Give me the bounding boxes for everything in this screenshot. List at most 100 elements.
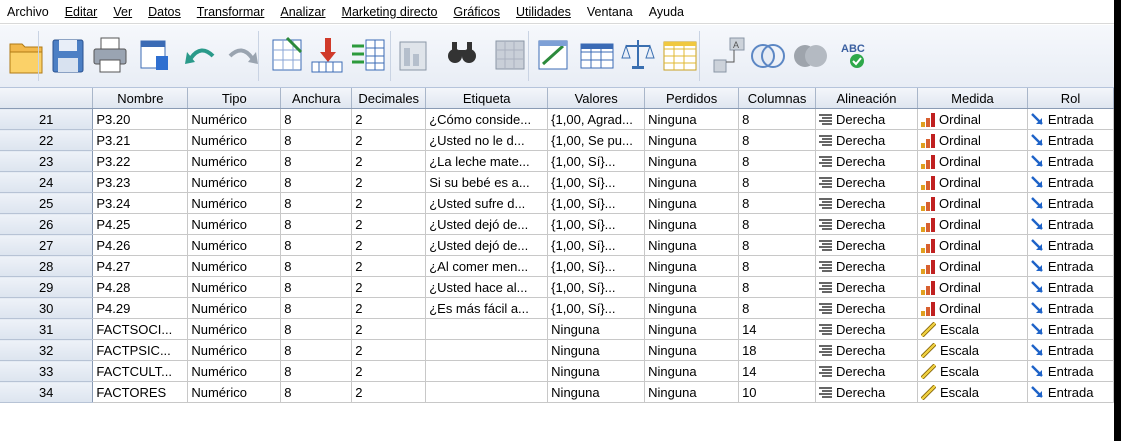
cell-decimales[interactable]: 2 (351, 234, 427, 256)
dialog-recall-icon[interactable] (134, 32, 174, 78)
cell-rol[interactable]: Entrada (1027, 129, 1114, 151)
insert-cases-icon[interactable] (490, 32, 530, 78)
menu-utilidades[interactable]: Utilidades (509, 5, 580, 19)
cell-medida[interactable]: Ordinal (917, 108, 1028, 130)
cell-columnas[interactable]: 10 (738, 381, 817, 403)
cell-columnas[interactable]: 8 (738, 297, 817, 319)
cell-columnas[interactable]: 8 (738, 129, 817, 151)
cell-tipo[interactable]: Numérico (187, 129, 282, 151)
cell-columnas[interactable]: 8 (738, 276, 817, 298)
cell-alineacion[interactable]: Derecha (815, 297, 918, 319)
cell-medida[interactable]: Ordinal (917, 213, 1028, 235)
cell-etiqueta[interactable]: ¿Usted hace al... (425, 276, 549, 298)
cell-decimales[interactable]: 2 (351, 297, 427, 319)
cell-columnas[interactable]: 8 (738, 255, 817, 277)
column-header-corner[interactable] (0, 88, 94, 109)
cell-etiqueta[interactable] (425, 360, 549, 382)
row-number[interactable]: 24 (0, 171, 94, 193)
cell-rol[interactable]: Entrada (1027, 108, 1114, 130)
cell-anchura[interactable]: 8 (280, 108, 353, 130)
open-folder-icon[interactable] (6, 32, 46, 78)
cell-alineacion[interactable]: Derecha (815, 318, 918, 340)
column-header-alineación[interactable]: Alineación (815, 88, 918, 109)
cell-valores[interactable]: {1,00, Se pu... (547, 129, 646, 151)
table-row[interactable]: 34 FACTORES Numérico 8 2 Ninguna Ninguna 10 Dere… (0, 381, 1114, 403)
cell-perdidos[interactable]: Ninguna (644, 129, 740, 151)
row-number[interactable]: 27 (0, 234, 94, 256)
menu-datos[interactable]: Datos (141, 5, 190, 19)
cell-perdidos[interactable]: Ninguna (644, 381, 740, 403)
cell-tipo[interactable]: Numérico (187, 171, 282, 193)
cell-alineacion[interactable]: Derecha (815, 276, 918, 298)
cell-rol[interactable]: Entrada (1027, 276, 1114, 298)
cell-tipo[interactable]: Numérico (187, 192, 282, 214)
cell-nombre[interactable]: P4.29 (92, 297, 189, 319)
cell-columnas[interactable]: 8 (738, 192, 817, 214)
menu-transformar[interactable]: Transformar (190, 5, 274, 19)
column-header-etiqueta[interactable]: Etiqueta (425, 88, 549, 109)
cell-rol[interactable]: Entrada (1027, 297, 1114, 319)
use-variable-sets-icon[interactable] (748, 32, 788, 78)
cell-perdidos[interactable]: Ninguna (644, 234, 740, 256)
cell-nombre[interactable]: FACTCULT... (92, 360, 189, 382)
cell-medida[interactable]: Escala (917, 339, 1028, 361)
cell-perdidos[interactable]: Ninguna (644, 255, 740, 277)
cell-tipo[interactable]: Numérico (187, 360, 282, 382)
cell-rol[interactable]: Entrada (1027, 171, 1114, 193)
row-number[interactable]: 26 (0, 213, 94, 235)
cell-etiqueta[interactable] (425, 381, 549, 403)
show-all-variables-icon[interactable] (790, 32, 830, 78)
cell-perdidos[interactable]: Ninguna (644, 318, 740, 340)
cell-alineacion[interactable]: Derecha (815, 339, 918, 361)
row-number[interactable]: 28 (0, 255, 94, 277)
cell-anchura[interactable]: 8 (280, 255, 353, 277)
weight-cases-icon[interactable] (618, 32, 658, 78)
cell-columnas[interactable]: 8 (738, 150, 817, 172)
variables-icon[interactable] (348, 32, 388, 78)
cell-anchura[interactable]: 8 (280, 192, 353, 214)
cell-perdidos[interactable]: Ninguna (644, 192, 740, 214)
cell-anchura[interactable]: 8 (280, 297, 353, 319)
cell-rol[interactable]: Entrada (1027, 192, 1114, 214)
cell-decimales[interactable]: 2 (351, 360, 427, 382)
cell-nombre[interactable]: P3.22 (92, 150, 189, 172)
table-row[interactable]: 23 P3.22 Numérico 8 2 ¿La leche mate... {1,00,… (0, 150, 1114, 172)
column-header-valores[interactable]: Valores (547, 88, 646, 109)
cell-etiqueta[interactable]: ¿Usted sufre d... (425, 192, 549, 214)
cell-rol[interactable]: Entrada (1027, 360, 1114, 382)
cell-perdidos[interactable]: Ninguna (644, 213, 740, 235)
cell-tipo[interactable]: Numérico (187, 318, 282, 340)
cell-tipo[interactable]: Numérico (187, 381, 282, 403)
table-row[interactable]: 31 FACTSOCI... Numérico 8 2 Ninguna Ninguna 14 D… (0, 318, 1114, 340)
spell-check-icon[interactable]: ABC (835, 32, 875, 78)
row-number[interactable]: 32 (0, 339, 94, 361)
cell-rol[interactable]: Entrada (1027, 318, 1114, 340)
row-number[interactable]: 21 (0, 108, 94, 130)
cell-decimales[interactable]: 2 (351, 129, 427, 151)
cell-nombre[interactable]: FACTSOCI... (92, 318, 189, 340)
cell-alineacion[interactable]: Derecha (815, 108, 918, 130)
menu-ver[interactable]: Ver (106, 5, 141, 19)
table-row[interactable]: 22 P3.21 Numérico 8 2 ¿Usted no le d... {1,00,… (0, 129, 1114, 151)
table-row[interactable]: 32 FACTPSIC... Numérico 8 2 Ninguna Ninguna 18 D… (0, 339, 1114, 361)
save-icon[interactable] (48, 32, 88, 78)
cell-nombre[interactable]: P3.21 (92, 129, 189, 151)
cell-valores[interactable]: {1,00, Sí}... (547, 255, 646, 277)
go-to-case-icon[interactable] (267, 32, 307, 78)
row-number[interactable]: 33 (0, 360, 94, 382)
cell-nombre[interactable]: FACTORES (92, 381, 189, 403)
cell-valores[interactable]: {1,00, Sí}... (547, 297, 646, 319)
cell-medida[interactable]: Ordinal (917, 297, 1028, 319)
cell-rol[interactable]: Entrada (1027, 150, 1114, 172)
cell-columnas[interactable]: 8 (738, 171, 817, 193)
cell-anchura[interactable]: 8 (280, 234, 353, 256)
row-number[interactable]: 23 (0, 150, 94, 172)
print-icon[interactable] (90, 32, 130, 78)
cell-medida[interactable]: Escala (917, 318, 1028, 340)
cell-perdidos[interactable]: Ninguna (644, 171, 740, 193)
table-row[interactable]: 24 P3.23 Numérico 8 2 Si su bebé es a... {1,00… (0, 171, 1114, 193)
cell-alineacion[interactable]: Derecha (815, 360, 918, 382)
cell-rol[interactable]: Entrada (1027, 234, 1114, 256)
cell-decimales[interactable]: 2 (351, 213, 427, 235)
cell-perdidos[interactable]: Ninguna (644, 360, 740, 382)
